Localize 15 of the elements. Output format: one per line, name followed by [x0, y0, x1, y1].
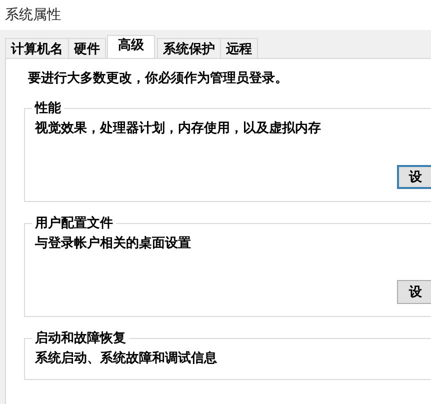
tab[interactable]: 硬件	[68, 38, 106, 58]
admin-notice: 要进行大多数更改，你必须作为管理员登录。	[27, 70, 289, 87]
group-title: 性能	[34, 100, 62, 117]
group-description: 与登录帐户相关的桌面设置	[35, 234, 192, 252]
settings-button[interactable]: 设	[397, 280, 431, 304]
settings-button[interactable]: 设	[397, 165, 431, 189]
tab[interactable]: 远程	[220, 38, 258, 58]
window-title: 系统属性	[5, 6, 61, 24]
tab[interactable]: 系统保护	[157, 38, 221, 58]
group-title: 启动和故障恢复	[34, 330, 127, 347]
group-description: 视觉效果，处理器计划，内存使用，以及虚拟内存	[35, 120, 322, 137]
tab[interactable]: 高级	[107, 35, 155, 58]
group-description: 系统启动、系统故障和调试信息	[35, 350, 218, 367]
group-title: 用户配置文件	[34, 214, 114, 232]
tab[interactable]: 计算机名	[5, 38, 69, 58]
